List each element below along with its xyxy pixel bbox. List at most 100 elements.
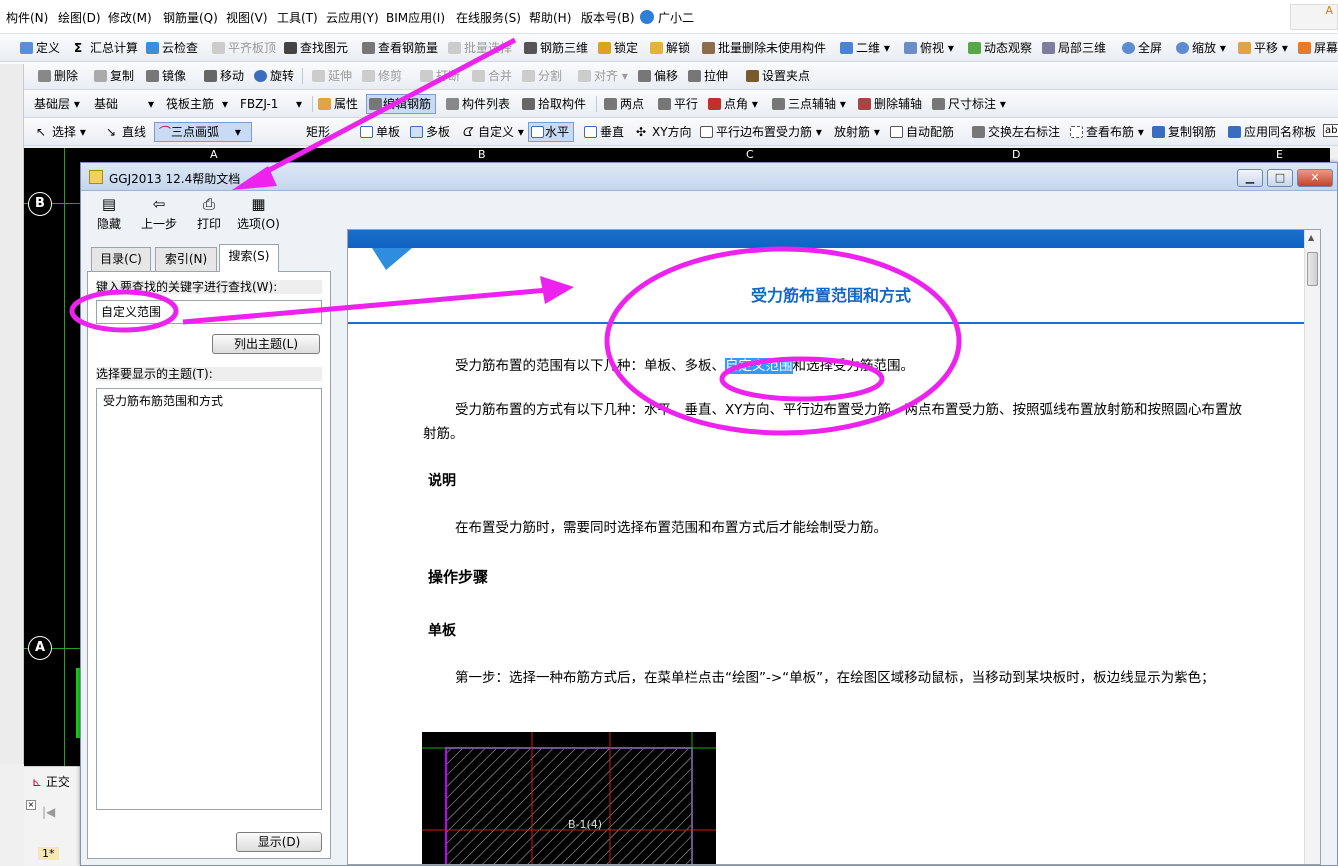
close-button[interactable]: ✕ — [1297, 169, 1333, 187]
fullscreen-button[interactable]: 全屏 — [1122, 39, 1162, 57]
lock-button[interactable]: 锁定 — [598, 39, 638, 57]
three-point-axis-dropdown[interactable]: 三点辅轴 ▾ — [772, 95, 846, 113]
list-item[interactable]: 受力筋布筋范围和方式 — [103, 392, 223, 409]
select-dropdown[interactable]: ↖ 选择 ▾ — [36, 123, 86, 141]
properties-button[interactable]: 属性 — [318, 95, 358, 113]
zoom-dropdown[interactable]: 缩放 ▾ — [1176, 39, 1226, 57]
menu-assistant[interactable]: 广小二 — [640, 9, 694, 26]
parallel-edge-rebar-dropdown[interactable]: 平行边布置受力筋 ▾ — [700, 123, 822, 141]
rotate-button[interactable]: 旋转 — [254, 67, 294, 85]
delete-axis-button[interactable]: 删除辅轴 — [858, 95, 922, 113]
delete-button[interactable]: 删除 — [38, 67, 78, 85]
subtype-combo[interactable]: 筏板主筋 ▾ — [166, 95, 232, 113]
pan-dropdown[interactable]: 平移 ▾ — [1238, 39, 1288, 57]
custom-range-dropdown[interactable]: ᗧ 自定义 ▾ — [462, 123, 524, 141]
swap-labels-button[interactable]: 交换左右标注 — [972, 123, 1060, 141]
tab-contents[interactable]: 目录(C) — [91, 247, 151, 271]
options-button[interactable]: ▦ 选项(O) — [237, 195, 280, 232]
split-button[interactable]: 分割 — [522, 67, 562, 85]
menu-version[interactable]: 版本号(B) — [581, 9, 635, 26]
component-list-button[interactable]: 构件列表 — [446, 95, 510, 113]
offset-button[interactable]: 偏移 — [638, 67, 678, 85]
radial-rebar-dropdown[interactable]: 放射筋 ▾ — [820, 123, 880, 141]
mirror-button[interactable]: 镜像 — [146, 67, 186, 85]
single-slab-button[interactable]: 单板 — [360, 123, 400, 141]
display-button[interactable]: 显示(D) — [236, 832, 322, 852]
menu-tools[interactable]: 工具(T) — [277, 9, 318, 26]
copy-button[interactable]: 复制 — [94, 67, 134, 85]
dimension-dropdown[interactable]: 尺寸标注 ▾ — [932, 95, 1006, 113]
batch-delete-unused-button[interactable]: 批量删除未使用构件 — [702, 39, 826, 57]
xy-direction-button[interactable]: ✣ XY方向 — [636, 123, 692, 141]
multi-slab-button[interactable]: 多板 — [410, 123, 450, 141]
break-button[interactable]: 打断 — [420, 67, 460, 85]
list-topics-button[interactable]: 列出主题(L) — [212, 334, 320, 354]
maximize-button[interactable]: □ — [1267, 169, 1293, 187]
trim-button[interactable]: 修剪 — [362, 67, 402, 85]
stretch-button[interactable]: 拉伸 — [688, 67, 728, 85]
extend-button[interactable]: 延伸 — [312, 67, 352, 85]
content-scrollbar[interactable]: ▲ — [1304, 230, 1320, 864]
auto-rebar-button[interactable]: 自动配筋 — [890, 123, 954, 141]
nav-first-icon[interactable]: |◀ — [42, 805, 55, 819]
unlock-button[interactable]: 解锁 — [650, 39, 690, 57]
search-input[interactable]: 自定义范围 — [96, 300, 322, 324]
point-angle-dropdown[interactable]: 点角 ▾ — [708, 95, 758, 113]
align-slab-top-button[interactable]: 平齐板顶 — [212, 39, 276, 57]
topic-list[interactable]: 受力筋布筋范围和方式 — [96, 388, 322, 810]
menu-bim[interactable]: BIM应用(I) — [386, 9, 445, 26]
minimize-button[interactable]: ▁ — [1237, 169, 1263, 187]
view-2d-dropdown[interactable]: 二维 ▾ — [840, 39, 890, 57]
type-combo[interactable]: 基础 ▾ — [94, 95, 154, 113]
horizontal-button[interactable]: 水平 — [528, 122, 575, 142]
summary-calc-button[interactable]: Σ 汇总计算 — [74, 39, 138, 57]
drawing-canvas[interactable]: B A — [24, 148, 86, 766]
component-combo[interactable]: FBZJ-1 ▾ — [240, 95, 306, 113]
close-panel-icon[interactable]: × — [26, 800, 36, 810]
edit-rebar-button[interactable]: 编辑钢筋 — [366, 94, 437, 114]
cloud-check-button[interactable]: 云检查 — [146, 39, 198, 57]
line-button[interactable]: ↘ 直线 — [106, 123, 146, 141]
merge-button[interactable]: 合并 — [472, 67, 512, 85]
align-dropdown[interactable]: 对齐 ▾ — [578, 67, 628, 85]
back-button[interactable]: ⇦ 上一步 — [141, 195, 177, 232]
menu-view[interactable]: 视图(V) — [226, 9, 268, 26]
three-point-arc-dropdown[interactable]: ⌒ 三点画弧 ▾ — [154, 122, 252, 142]
menu-modify[interactable]: 修改(M) — [108, 9, 152, 26]
help-titlebar[interactable]: GGJ2013 12.4帮助文档 ▁ □ ✕ — [81, 163, 1337, 191]
define-button[interactable]: 定义 — [20, 39, 60, 57]
print-button[interactable]: ⎙ 打印 — [197, 195, 221, 232]
find-element-button[interactable]: 查找图元 — [284, 39, 348, 57]
view-rebar-layout-dropdown[interactable]: 查看布筋 ▾ — [1070, 123, 1144, 141]
scroll-up-icon[interactable]: ▲ — [1308, 233, 1314, 242]
menu-rebar-quantity[interactable]: 钢筋量(Q) — [163, 9, 218, 26]
floor-combo[interactable]: 基础层 ▾ — [34, 95, 86, 113]
abc-icon[interactable]: abc — [1323, 124, 1338, 137]
apply-same-name-button[interactable]: 应用同名称板 — [1228, 123, 1316, 141]
top-view-dropdown[interactable]: 俯视 ▾ — [904, 39, 954, 57]
batch-select-button[interactable]: 批量选择 — [448, 39, 512, 57]
menu-component[interactable]: 构件(N) — [6, 9, 48, 26]
menu-cloud[interactable]: 云应用(Y) — [326, 9, 379, 26]
ortho-toggle[interactable]: ⊾ 正交 — [32, 773, 70, 790]
menu-help[interactable]: 帮助(H) — [529, 9, 571, 26]
move-button[interactable]: 移动 — [204, 67, 244, 85]
set-grip-button[interactable]: 设置夹点 — [746, 67, 810, 85]
scroll-thumb[interactable] — [1307, 252, 1318, 286]
tab-index[interactable]: 索引(N) — [155, 247, 217, 271]
copy-rebar-button[interactable]: 复制钢筋 — [1152, 123, 1216, 141]
two-point-axis-button[interactable]: 两点 — [604, 95, 644, 113]
vertical-button[interactable]: 垂直 — [584, 123, 624, 141]
dynamic-orbit-button[interactable]: 动态观察 — [968, 39, 1032, 57]
menu-draw[interactable]: 绘图(D) — [58, 9, 101, 26]
pick-component-button[interactable]: 拾取构件 — [522, 95, 586, 113]
local-3d-button[interactable]: 局部三维 — [1042, 39, 1106, 57]
tab-search[interactable]: 搜索(S) — [219, 244, 279, 272]
rectangle-button[interactable]: 矩形 — [290, 123, 330, 141]
hide-button[interactable]: ▤ 隐藏 — [97, 195, 121, 232]
rebar-3d-button[interactable]: 钢筋三维 — [524, 39, 588, 57]
parallel-axis-button[interactable]: 平行 — [658, 95, 698, 113]
menu-online-service[interactable]: 在线服务(S) — [456, 9, 521, 26]
screen-button[interactable]: 屏幕 — [1298, 39, 1338, 57]
view-rebar-qty-button[interactable]: 查看钢筋量 — [362, 39, 438, 57]
